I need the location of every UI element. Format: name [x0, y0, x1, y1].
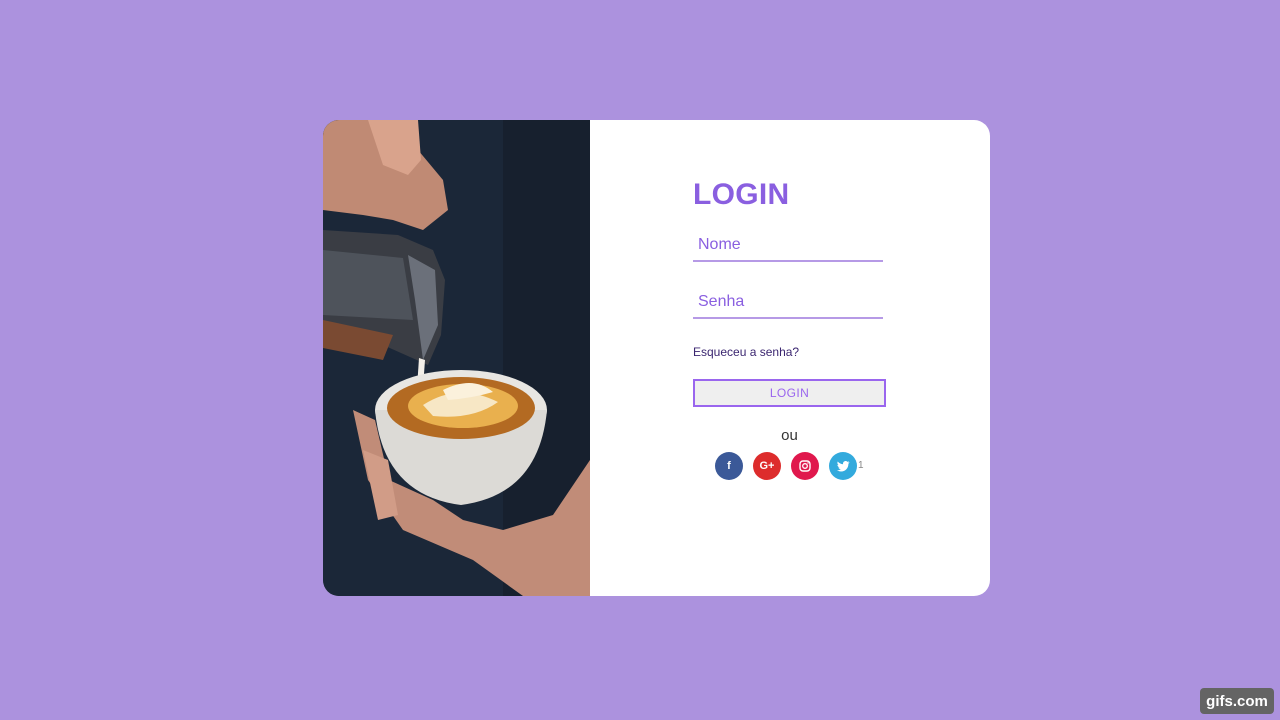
gifs-watermark: gifs.com — [1200, 688, 1274, 714]
login-button[interactable]: LOGIN — [693, 379, 886, 407]
login-form: LOGIN Esqueceu a senha? LOGIN ou f G+ 1 — [693, 178, 886, 482]
social-count: 1 — [858, 460, 864, 471]
twitter-icon[interactable] — [829, 452, 857, 480]
forgot-password-link[interactable]: Esqueceu a senha? — [693, 345, 886, 359]
facebook-icon[interactable]: f — [715, 452, 743, 480]
instagram-icon[interactable] — [791, 452, 819, 480]
password-field[interactable] — [693, 281, 883, 319]
login-card: LOGIN Esqueceu a senha? LOGIN ou f G+ 1 — [323, 120, 990, 596]
google-plus-icon[interactable]: G+ — [753, 452, 781, 480]
social-login: f G+ 1 — [693, 452, 886, 482]
or-divider: ou — [781, 427, 798, 444]
username-field[interactable] — [693, 224, 883, 262]
coffee-photo — [323, 120, 590, 596]
login-title: LOGIN — [693, 178, 790, 211]
